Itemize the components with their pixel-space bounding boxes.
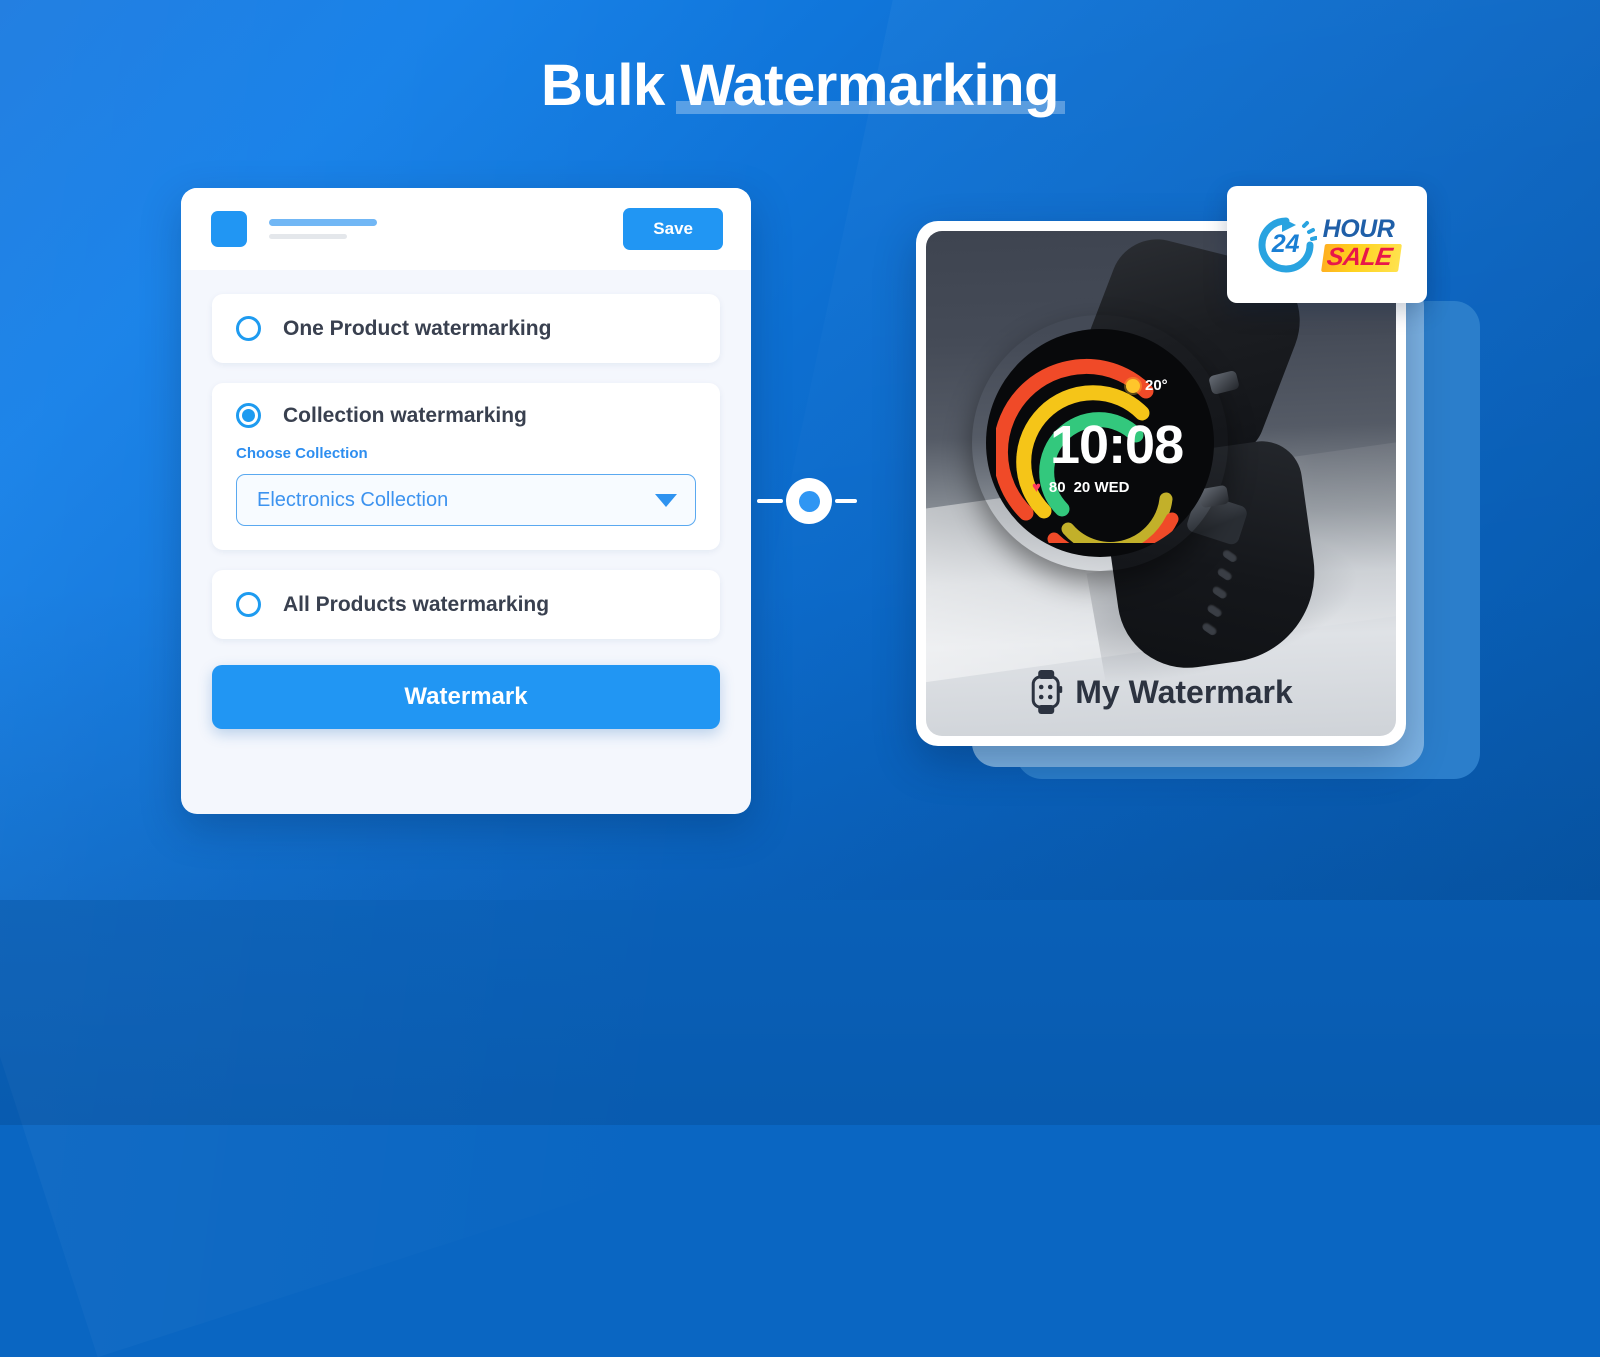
radio-one-product[interactable] xyxy=(236,316,261,341)
radio-collection[interactable] xyxy=(236,403,261,428)
connector-dot-inner xyxy=(798,490,820,512)
watch-weather: 20° xyxy=(1126,377,1168,394)
choose-collection-label: Choose Collection xyxy=(236,445,368,462)
applied-watermark: My Watermark xyxy=(1029,670,1293,714)
watch-stats: ♥ 80 20 WED xyxy=(1032,479,1129,496)
sale-hours-number: 24 xyxy=(1271,230,1300,258)
watermark-text: My Watermark xyxy=(1075,673,1293,710)
sale-hour-label: HOUR xyxy=(1322,215,1395,243)
collection-select-value: Electronics Collection xyxy=(257,488,449,511)
header-placeholder-line-secondary xyxy=(269,234,347,239)
option-one-product-watermarking[interactable]: One Product watermarking xyxy=(212,294,720,363)
option-label-all-products: All Products watermarking xyxy=(283,592,550,616)
watch-screen: 20° 10:08 ♥ 80 20 WED xyxy=(986,329,1214,557)
sale-label-banner: SALE xyxy=(1320,243,1402,272)
watermark-settings-panel: Save One Product watermarking Collection… xyxy=(181,188,751,814)
chevron-down-icon xyxy=(655,493,677,507)
page-title-light: Bulk xyxy=(541,53,681,118)
watch-date: 20 WED xyxy=(1073,479,1130,496)
sun-icon xyxy=(1126,378,1140,393)
page-title-container: Bulk Watermarking xyxy=(0,54,1600,118)
header-placeholder-lines xyxy=(269,219,623,239)
watch-heart-rate: 80 xyxy=(1048,479,1066,496)
panel-body: One Product watermarking Collection wate… xyxy=(181,270,751,729)
connector-dot-icon xyxy=(786,478,832,524)
heart-icon: ♥ xyxy=(1032,479,1041,496)
option-collection-watermarking[interactable]: Collection watermarking Choose Collectio… xyxy=(212,383,720,550)
panel-header: Save xyxy=(181,188,751,270)
connector-dash-right xyxy=(835,499,857,503)
product-photo: 20° 10:08 ♥ 80 20 WED My Watermark xyxy=(926,231,1396,736)
option-label-one-product: One Product watermarking xyxy=(283,316,552,340)
collection-select[interactable]: Electronics Collection xyxy=(236,474,696,526)
radio-all-products[interactable] xyxy=(236,592,261,617)
watermark-button[interactable]: Watermark xyxy=(212,665,720,729)
header-placeholder-line-primary xyxy=(269,219,377,226)
watch-temperature: 20° xyxy=(1145,377,1168,394)
sale-label: SALE xyxy=(1324,243,1394,271)
connector-dash-left xyxy=(757,499,783,503)
save-button[interactable]: Save xyxy=(623,208,723,250)
watch-time: 10:08 xyxy=(1050,415,1184,475)
connector xyxy=(757,478,897,524)
option-all-products-watermarking[interactable]: All Products watermarking xyxy=(212,570,720,639)
app-logo-square-icon xyxy=(211,211,247,247)
page-title: Bulk Watermarking xyxy=(541,53,1065,118)
option-label-collection: Collection watermarking xyxy=(283,403,527,427)
circular-arrow-icon: 24 xyxy=(1255,214,1318,276)
sale-badge: 24 HOUR SALE xyxy=(1227,186,1427,303)
page-title-strong: Watermarking xyxy=(676,53,1065,118)
option-collection-row: Collection watermarking xyxy=(236,403,696,428)
sale-badge-text: HOUR SALE xyxy=(1320,215,1402,272)
smartwatch-icon xyxy=(1029,670,1063,714)
smartwatch-product: 20° 10:08 ♥ 80 20 WED xyxy=(962,231,1372,677)
